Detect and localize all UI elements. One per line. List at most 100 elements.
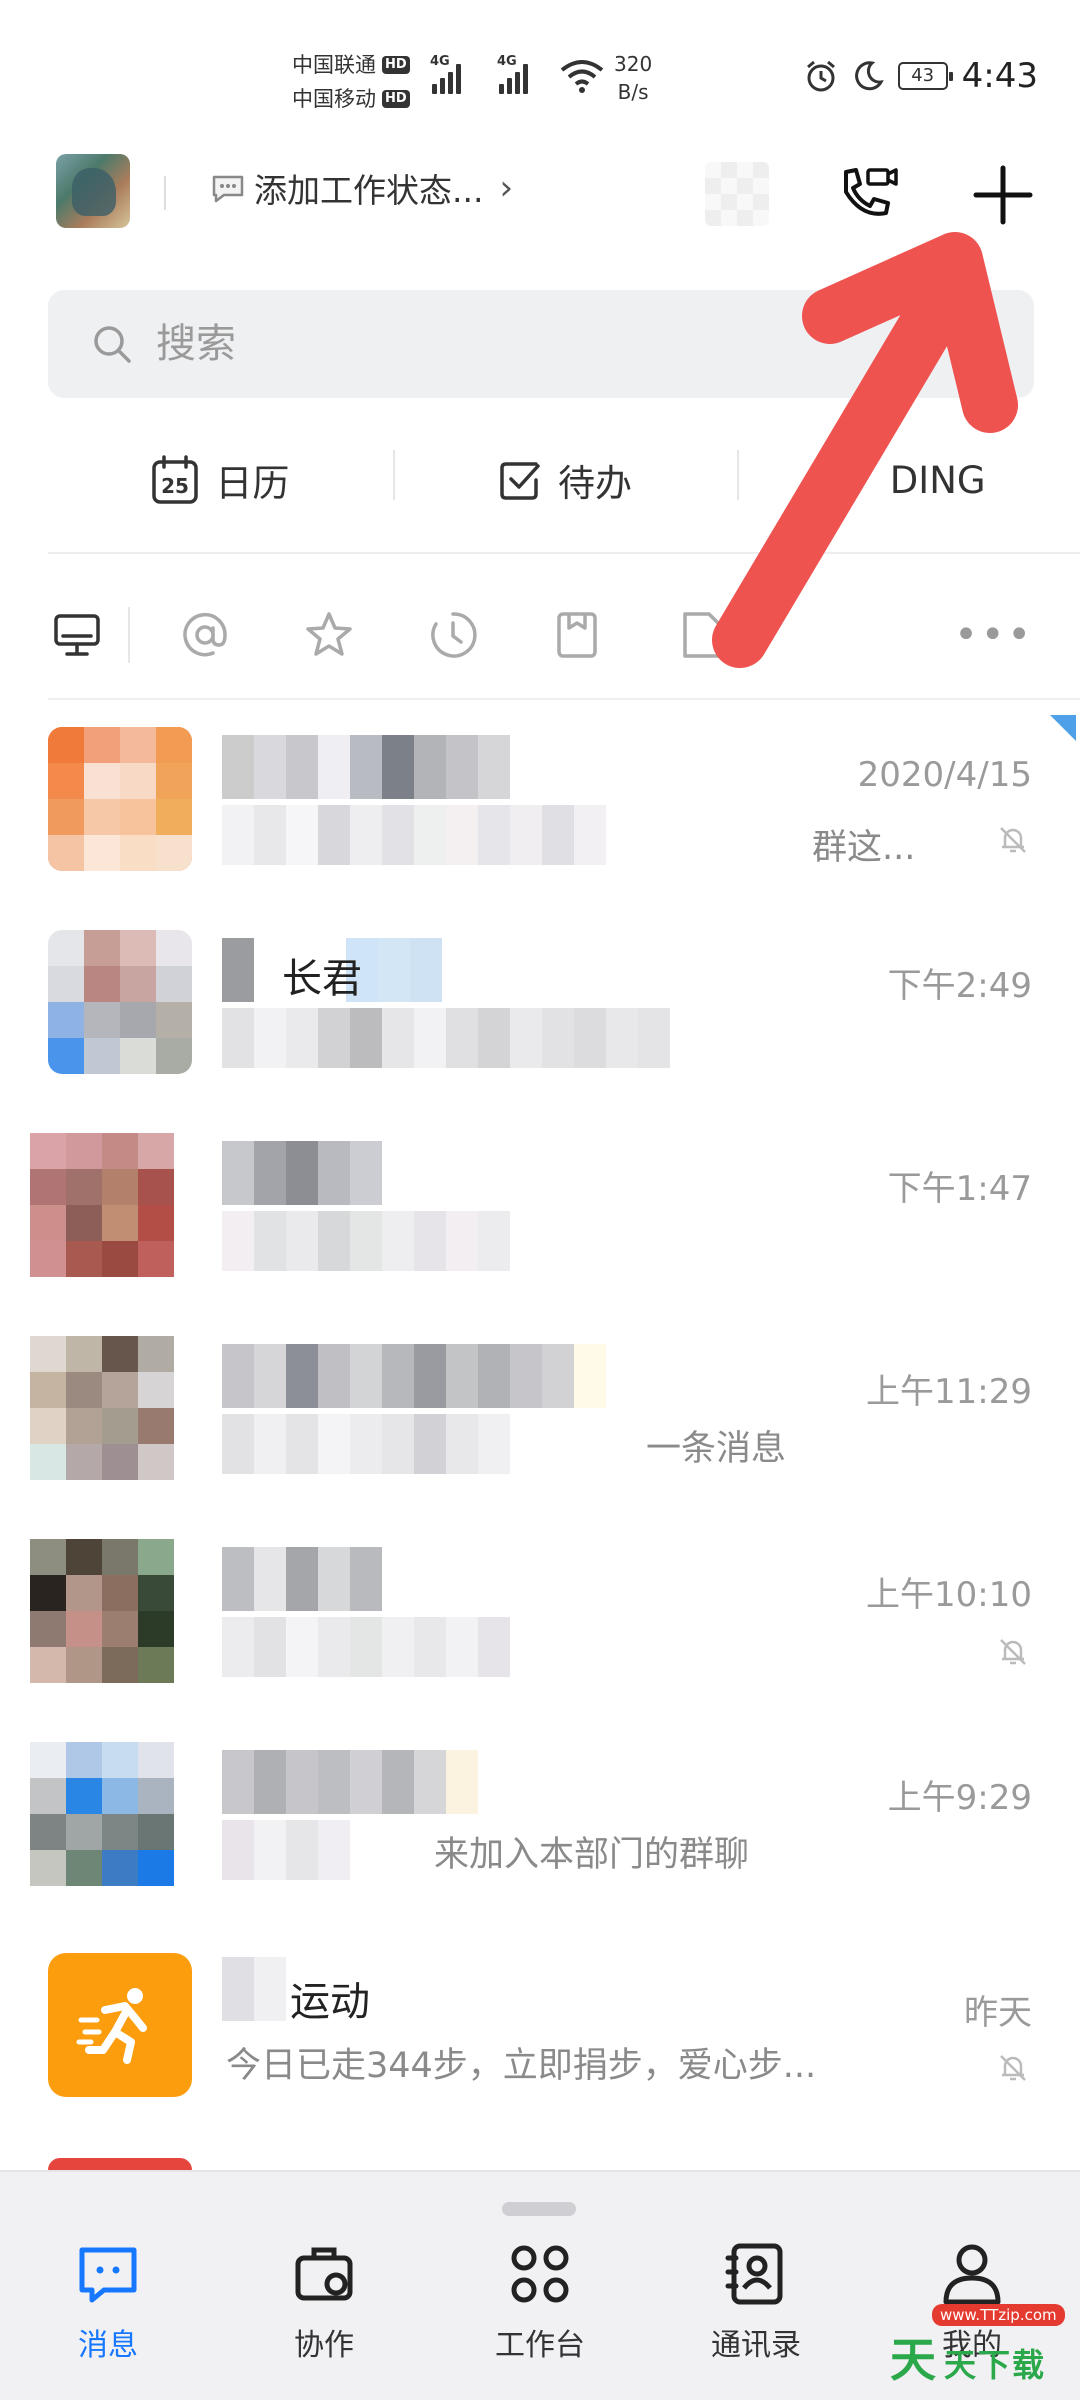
message-preview-blur [222, 1820, 350, 1880]
conversation-time: 上午10:10 [866, 1575, 1032, 1615]
message-preview: 来加入本部门的群聊 [434, 1835, 750, 1875]
search-bar[interactable] [48, 290, 1034, 398]
filter-mentions[interactable] [176, 606, 234, 664]
conversation-name [222, 1141, 382, 1205]
search-icon [94, 326, 131, 363]
add-button[interactable] [968, 160, 1038, 230]
conversation-time: 下午2:49 [887, 966, 1032, 1006]
carrier-1: 中国联通 [292, 53, 376, 77]
search-input[interactable] [156, 321, 856, 367]
net-speed-value: 320 [614, 52, 653, 76]
tab-messages[interactable]: 消息 [0, 2240, 216, 2364]
conversation-name [222, 1750, 478, 1814]
tab-contacts[interactable]: 通讯录 [648, 2240, 864, 2364]
monitor-icon [54, 614, 100, 656]
avatar [30, 1133, 174, 1277]
ding-shortcut[interactable]: DING [737, 430, 1080, 530]
ding-label: DING [889, 458, 986, 502]
avatar [48, 1953, 192, 2097]
network-type-label: 4G [497, 54, 517, 69]
message-preview-blur [222, 1414, 510, 1474]
filter-row: ••• [48, 585, 1034, 685]
conversation-item[interactable]: 下午1:47 [0, 1121, 1080, 1324]
shortcut-bar: 25 日历 待办 DING [48, 430, 1080, 530]
todo-shortcut[interactable]: 待办 [392, 430, 738, 530]
conversation-time: 上午9:29 [887, 1778, 1032, 1818]
carrier-2: 中国移动 [292, 87, 376, 111]
todo-label: 待办 [558, 462, 632, 505]
filter-docs[interactable] [672, 606, 730, 664]
message-preview: 今日已走344步，立即捐步，爱心步... [226, 2046, 817, 2086]
status-bar: 中国联通 HD 中国移动 HD 4G 4G 320 B/s 43 4:43 [0, 0, 1080, 130]
mute-icon [1000, 827, 1026, 853]
grid-icon [511, 2245, 569, 2303]
avatar [30, 1336, 174, 1480]
tab-workbench[interactable]: 工作台 [432, 2240, 648, 2364]
conversation-item[interactable]: 来加入本部门的群聊 上午9:29 [0, 1730, 1080, 1933]
mute-icon [1000, 1639, 1026, 1665]
watermark-url: www.TTzip.com [932, 2304, 1065, 2326]
conversation-item[interactable]: 群这... 2020/4/15 [0, 715, 1080, 918]
conversation-name [222, 1547, 382, 1611]
net-speed-unit: B/s [617, 80, 649, 104]
chat-bubble-icon [212, 175, 244, 203]
conversation-item[interactable]: 一条消息 上午11:29 [0, 1324, 1080, 1527]
checkbox-icon [500, 462, 540, 500]
conversation-title: 运动 [290, 1979, 370, 2025]
header-divider [164, 176, 166, 210]
work-status-label: 添加工作状态... [254, 171, 484, 210]
more-icon[interactable]: ••• [954, 612, 1034, 658]
inbox-icon [557, 612, 597, 658]
carrier-info: 中国联通 HD 中国移动 HD [292, 48, 410, 116]
net-speed: 320 B/s [614, 50, 652, 106]
conversation-item[interactable]: 长君 下午2:49 [0, 918, 1080, 1121]
calendar-day: 25 [161, 474, 189, 498]
conversation-item[interactable]: 运动 今日已走344步，立即捐步，爱心步... 昨天 [0, 1933, 1080, 2136]
running-icon [76, 1988, 147, 2064]
status-right: 43 4:43 [804, 56, 1038, 96]
avatar [48, 727, 192, 871]
contacts-icon [725, 2243, 783, 2305]
watermark: www.TTzip.com 天 天下载 [882, 2304, 1072, 2387]
alarm-icon [806, 60, 835, 92]
filter-all[interactable] [48, 606, 106, 664]
app-header: 添加工作状态... › [0, 140, 1080, 250]
message-preview: 群这... [812, 828, 916, 868]
divider [48, 698, 1080, 700]
blurred-badge [705, 162, 769, 226]
avatar [30, 1742, 174, 1886]
tab-label: 消息 [78, 2328, 138, 2363]
conversation-time: 上午11:29 [866, 1372, 1032, 1412]
tab-label: 通讯录 [711, 2328, 801, 2363]
user-avatar[interactable] [56, 154, 130, 228]
avatar [48, 2158, 192, 2170]
message-preview-blur [222, 1008, 670, 1068]
calendar-shortcut[interactable]: 25 日历 [48, 430, 393, 530]
tab-collaboration[interactable]: 协作 [216, 2240, 432, 2364]
work-status-button[interactable]: 添加工作状态... › [210, 164, 513, 212]
filter-divider [128, 607, 130, 663]
filter-unread[interactable] [548, 606, 606, 664]
clock: 4:43 [961, 56, 1038, 96]
hd-badge: HD [382, 90, 410, 108]
filter-recent[interactable] [424, 606, 482, 664]
at-icon [183, 612, 227, 657]
pinned-marker [1050, 715, 1076, 741]
chevron-right-icon: › [499, 168, 514, 208]
conversation-name [222, 1957, 286, 2021]
video-call-button[interactable] [832, 162, 902, 226]
conversation-name [222, 735, 510, 799]
conversation-time: 2020/4/15 [857, 755, 1032, 795]
conversation-title: 长君 [282, 956, 362, 1002]
battery-icon: 43 [897, 62, 953, 90]
person-icon [943, 2244, 1001, 2305]
message-preview-blur [222, 1211, 510, 1271]
filter-starred[interactable] [300, 606, 358, 664]
conversation-item[interactable]: 上午10:10 [0, 1527, 1080, 1730]
conversation-time: 下午1:47 [887, 1169, 1032, 1209]
star-icon [306, 612, 352, 656]
message-preview-blur [222, 1617, 510, 1677]
message-preview-blur [222, 805, 606, 865]
conversation-time: 昨天 [964, 1993, 1032, 2033]
drag-handle[interactable] [502, 2202, 576, 2216]
